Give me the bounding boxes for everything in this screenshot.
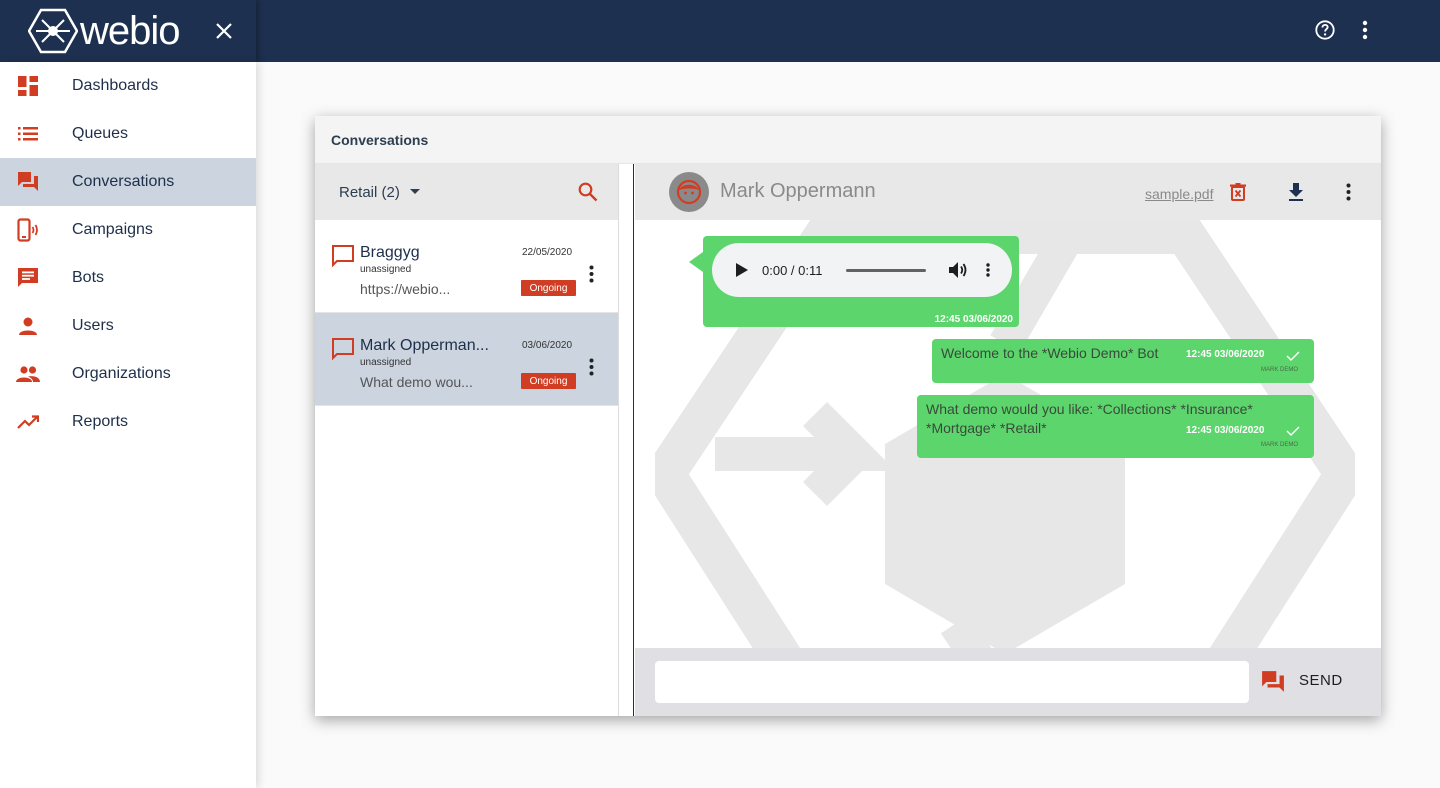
chat-panel: Mark Oppermann sample.pdf 0:00 / 0:11 12… bbox=[635, 164, 1381, 716]
more-vertical-icon[interactable] bbox=[1336, 180, 1360, 204]
message-composer: SEND bbox=[635, 648, 1381, 716]
sidebar: Dashboards Queues Conversations Campaign… bbox=[0, 62, 256, 788]
main-content: Conversations Retail (2) Braggyg unassig… bbox=[256, 62, 1440, 788]
forum-icon bbox=[16, 170, 40, 194]
sidebar-item-bots[interactable]: Bots bbox=[0, 254, 256, 302]
attachment-link[interactable]: sample.pdf bbox=[1145, 186, 1213, 202]
panel-title: Conversations bbox=[315, 116, 1381, 164]
more-vertical-icon[interactable] bbox=[581, 262, 601, 286]
message-time: 12:45 03/06/2020 bbox=[1186, 425, 1265, 436]
people-icon bbox=[16, 362, 40, 386]
chat-bubble-outline-icon bbox=[332, 245, 354, 268]
message-input[interactable] bbox=[655, 661, 1249, 703]
audio-progress-bar[interactable] bbox=[846, 268, 926, 272]
queue-select-label: Retail (2) bbox=[339, 183, 400, 201]
sidebar-item-label: Users bbox=[72, 317, 114, 334]
volume-icon[interactable] bbox=[948, 260, 968, 280]
top-actions bbox=[1312, 17, 1378, 43]
sidebar-item-organizations[interactable]: Organizations bbox=[0, 350, 256, 398]
message-time: 12:45 03/06/2020 bbox=[1186, 349, 1265, 360]
trending-up-icon bbox=[16, 410, 40, 434]
person-icon bbox=[16, 314, 40, 338]
more-vertical-icon[interactable] bbox=[980, 260, 996, 280]
top-bar: webio bbox=[0, 0, 1440, 62]
conversation-assignee: unassigned bbox=[360, 357, 412, 368]
contact-name: Mark Oppermann bbox=[720, 180, 876, 202]
sidebar-item-label: Reports bbox=[72, 413, 129, 430]
chat-message-icon bbox=[16, 266, 40, 290]
sidebar-item-label: Bots bbox=[72, 269, 105, 286]
conversations-panel: Conversations Retail (2) Braggyg unassig… bbox=[315, 116, 1381, 716]
audio-time: 0:00 / 0:11 bbox=[762, 262, 823, 278]
sidebar-item-reports[interactable]: Reports bbox=[0, 398, 256, 446]
send-button[interactable]: SEND bbox=[1299, 672, 1343, 689]
brand-area: webio bbox=[0, 0, 256, 62]
close-icon[interactable] bbox=[212, 19, 236, 43]
check-icon bbox=[1286, 426, 1300, 436]
sidebar-item-label: Organizations bbox=[72, 365, 171, 382]
conversation-preview: What demo wou... bbox=[360, 374, 473, 390]
caret-down-icon bbox=[409, 189, 420, 194]
delete-icon[interactable] bbox=[1226, 180, 1250, 204]
conversation-name: Mark Opperman... bbox=[360, 337, 489, 354]
sidebar-item-queues[interactable]: Queues bbox=[0, 110, 256, 158]
conversation-preview: https://webio... bbox=[360, 281, 451, 297]
message-time: 12:45 03/06/2020 bbox=[934, 314, 1013, 325]
conversation-date: 03/06/2020 bbox=[522, 340, 573, 351]
sidebar-item-campaigns[interactable]: Campaigns bbox=[0, 206, 256, 254]
conversation-date: 22/05/2020 bbox=[522, 247, 573, 258]
sidebar-item-label: Conversations bbox=[72, 173, 175, 190]
list-item[interactable]: Mark Opperman... unassigned What demo wo… bbox=[315, 313, 618, 406]
phone-broadcast-icon bbox=[16, 218, 40, 242]
message-text: Welcome to the *Webio Demo* Bot bbox=[941, 345, 1159, 361]
message-bubble: What demo would you like: *Collections* … bbox=[917, 395, 1314, 458]
status-badge: Ongoing bbox=[521, 373, 576, 389]
list-scrollbar[interactable] bbox=[619, 164, 634, 716]
bubble-tail bbox=[689, 252, 703, 272]
face-icon bbox=[676, 179, 702, 205]
sidebar-item-users[interactable]: Users bbox=[0, 302, 256, 350]
message-text: *Mortgage* *Retail* bbox=[926, 420, 1047, 436]
conversation-name: Braggyg bbox=[360, 244, 420, 261]
sidebar-item-label: Queues bbox=[72, 125, 129, 142]
audio-player: 0:00 / 0:11 bbox=[712, 243, 1012, 297]
forum-icon[interactable] bbox=[1261, 670, 1285, 694]
avatar bbox=[669, 172, 709, 212]
list-item[interactable]: Braggyg unassigned https://webio... 22/0… bbox=[315, 220, 618, 313]
audio-message: 0:00 / 0:11 12:45 03/06/2020 bbox=[689, 236, 1019, 327]
status-badge: Ongoing bbox=[521, 280, 576, 296]
message-sender: MARK DEMO bbox=[1261, 367, 1299, 373]
download-icon[interactable] bbox=[1284, 180, 1308, 204]
dashboard-icon bbox=[16, 74, 40, 98]
sidebar-item-label: Campaigns bbox=[72, 221, 153, 238]
check-icon bbox=[1286, 351, 1300, 361]
list-toolbar: Retail (2) bbox=[315, 164, 618, 220]
search-icon[interactable] bbox=[578, 182, 598, 202]
sidebar-item-dashboards[interactable]: Dashboards bbox=[0, 62, 256, 110]
webio-logo-icon bbox=[28, 8, 78, 54]
chat-bubble-outline-icon bbox=[332, 338, 354, 361]
message-bubble: Welcome to the *Webio Demo* Bot 12:45 03… bbox=[932, 339, 1314, 383]
list-icon bbox=[16, 122, 40, 146]
message-sender: MARK DEMO bbox=[1261, 442, 1299, 448]
conversation-assignee: unassigned bbox=[360, 264, 412, 275]
help-circle-icon[interactable] bbox=[1312, 17, 1338, 43]
queue-select[interactable]: Retail (2) bbox=[339, 184, 420, 201]
more-vertical-icon[interactable] bbox=[1352, 17, 1378, 43]
conversation-list: Retail (2) Braggyg unassigned https://we… bbox=[315, 164, 619, 716]
play-icon[interactable] bbox=[732, 260, 752, 280]
sidebar-item-label: Dashboards bbox=[72, 77, 159, 94]
message-text: What demo would you like: *Collections* … bbox=[926, 401, 1253, 417]
sidebar-item-conversations[interactable]: Conversations bbox=[0, 158, 256, 206]
brand-name: webio bbox=[80, 9, 181, 53]
more-vertical-icon[interactable] bbox=[581, 355, 601, 379]
chat-header: Mark Oppermann sample.pdf bbox=[635, 164, 1381, 220]
